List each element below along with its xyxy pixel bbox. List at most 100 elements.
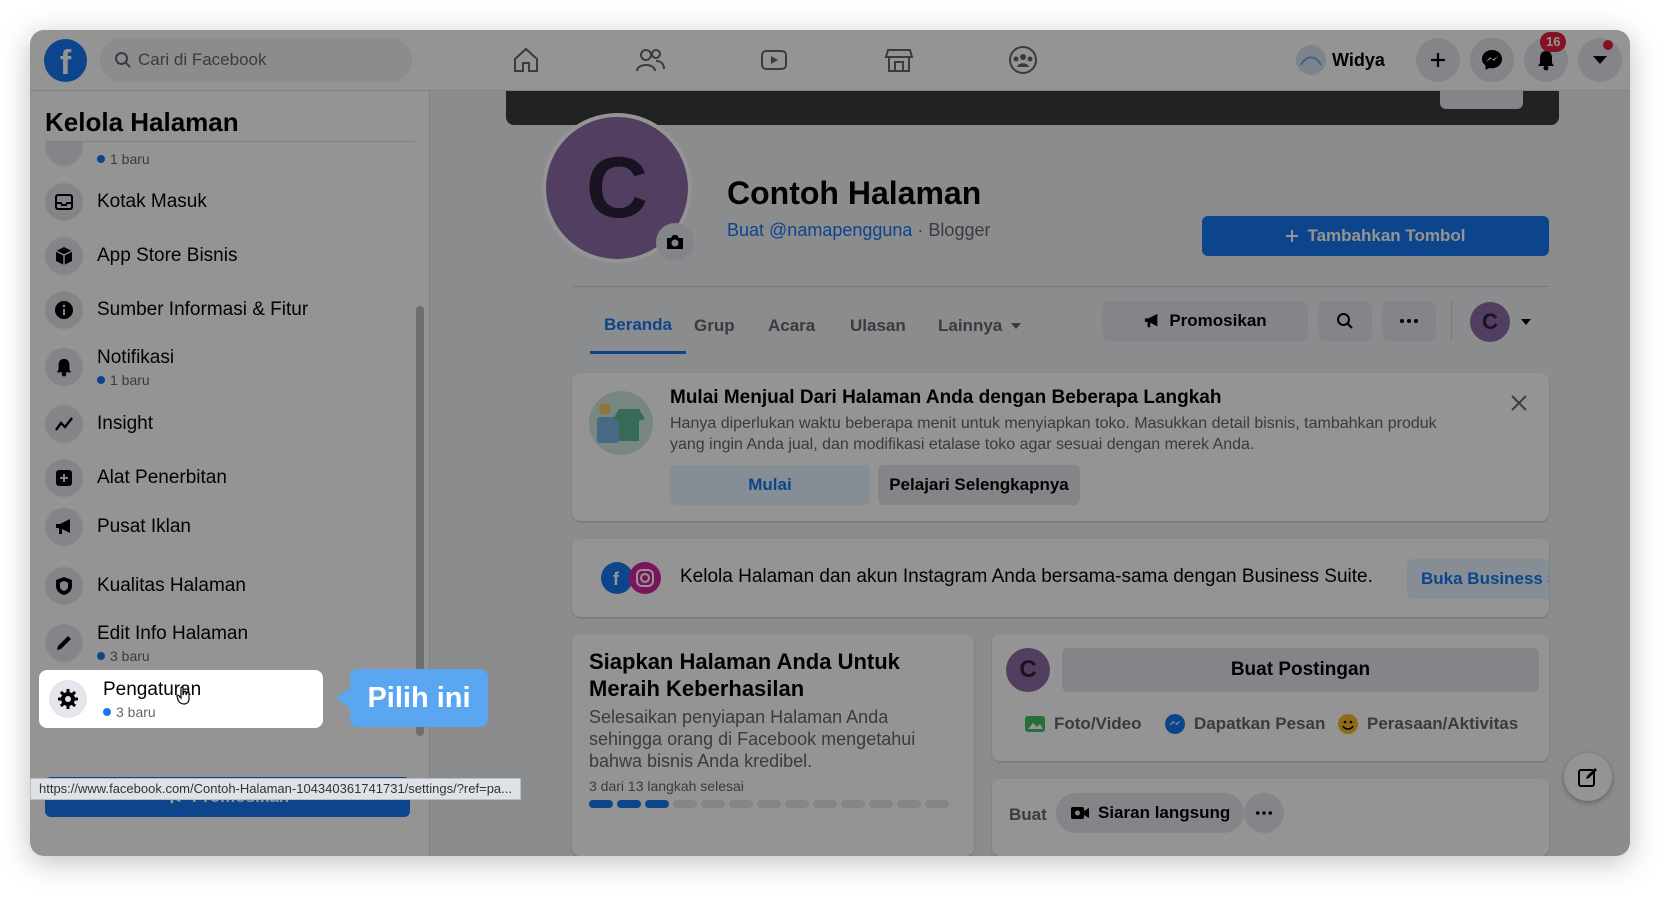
- sidebar-item-app-store[interactable]: App Store Bisnis: [45, 230, 405, 282]
- photo-icon: [1025, 716, 1045, 732]
- more-options-button[interactable]: [1244, 793, 1284, 833]
- tutorial-callout: Pilih ini: [336, 669, 488, 727]
- facebook-instagram-icon: f: [601, 562, 661, 594]
- new-dot: [103, 707, 111, 716]
- progress-step: [869, 800, 893, 808]
- sidebar-title: Kelola Halaman: [45, 107, 239, 137]
- open-business-suite-button[interactable]: Buka Business Suite: [1407, 559, 1549, 599]
- page-category: Blogger: [928, 220, 991, 240]
- progress-step: [785, 800, 809, 808]
- tab-beranda[interactable]: Beranda: [590, 298, 686, 354]
- search-icon: [115, 52, 131, 68]
- profile-shortcut[interactable]: Widya: [1296, 42, 1385, 78]
- progress-step: [897, 800, 921, 808]
- photo-video-action[interactable]: Foto/Video: [1024, 712, 1142, 736]
- feeling-activity-action[interactable]: Perasaan/Aktivitas: [1337, 712, 1518, 736]
- card-text: Selesaikan penyiapan Halaman Anda sehing…: [589, 707, 916, 771]
- sidebar-item-notifications[interactable]: Notifikasi 1 baru: [45, 338, 405, 396]
- learn-more-button[interactable]: Pelajari Selengkapnya: [878, 465, 1080, 505]
- gear-icon: [49, 680, 87, 718]
- bell-icon: [1538, 51, 1554, 71]
- more-options-button[interactable]: [1382, 301, 1436, 341]
- account-menu-button[interactable]: [1578, 38, 1622, 82]
- live-video-button[interactable]: Siaran langsung: [1056, 793, 1245, 833]
- calendar-add-icon: [45, 459, 83, 497]
- new-dot: [97, 154, 105, 163]
- sidebar-item-settings[interactable]: Pengaturan 3 baru: [39, 670, 323, 728]
- progress-step: [925, 800, 949, 808]
- facebook-logo-icon[interactable]: f: [44, 39, 87, 82]
- nav-groups-icon[interactable]: [993, 42, 1053, 78]
- separator: ·: [912, 220, 929, 240]
- create-username-link[interactable]: Buat @namapengguna: [727, 220, 912, 240]
- inbox-stack-icon: [45, 142, 83, 166]
- tab-ulasan[interactable]: Ulasan: [850, 298, 906, 354]
- nav-marketplace-icon[interactable]: [869, 42, 929, 78]
- live-label: Siaran langsung: [1098, 803, 1231, 822]
- caret-down-icon: [1593, 56, 1607, 64]
- avatar: C: [1006, 648, 1050, 692]
- sidebar-item-label: Kualitas Halaman: [97, 575, 246, 596]
- nav-home-icon[interactable]: [496, 42, 556, 78]
- voice-switcher-avatar[interactable]: C: [1470, 302, 1510, 342]
- progress-step: [617, 800, 641, 808]
- close-icon[interactable]: [1503, 387, 1535, 419]
- progress-text: 3 dari 13 langkah selesai: [589, 778, 744, 794]
- progress-step: [729, 800, 753, 808]
- sidebar-item-ad-center[interactable]: Pusat Iklan: [45, 501, 405, 553]
- progress-step: [813, 800, 837, 808]
- setup-progress-bar: [589, 800, 949, 808]
- edit-cover-button[interactable]: [1440, 91, 1523, 109]
- update-photo-button[interactable]: [656, 223, 694, 261]
- progress-step: [841, 800, 865, 808]
- sidebar-item-resources[interactable]: Sumber Informasi & Fitur: [45, 284, 405, 336]
- sidebar-item-edit-page-info[interactable]: Edit Info Halaman 3 baru: [45, 614, 405, 672]
- top-navigation-bar: f Widya: [30, 30, 1630, 91]
- business-suite-text: Kelola Halaman dan akun Instagram Anda b…: [680, 566, 1373, 587]
- new-dot: [97, 375, 105, 384]
- sidebar-item-page-quality[interactable]: Kualitas Halaman: [45, 560, 405, 612]
- cover-photo[interactable]: [506, 91, 1559, 125]
- add-button-button[interactable]: Tambahkan Tombol: [1202, 216, 1549, 256]
- page-promote-button[interactable]: Promosikan: [1102, 301, 1308, 341]
- messenger-button[interactable]: [1470, 38, 1514, 82]
- sidebar-item-label: Notifikasi: [97, 346, 175, 368]
- tab-acara[interactable]: Acara: [768, 298, 815, 354]
- user-name: Widya: [1332, 49, 1385, 70]
- trend-chart-icon: [45, 405, 83, 443]
- action-label: Dapatkan Pesan: [1194, 714, 1326, 733]
- create-post-input[interactable]: Buat Postingan: [1062, 648, 1539, 692]
- smiley-icon: [1338, 714, 1358, 734]
- sidebar-item-label: Pusat Iklan: [97, 516, 191, 537]
- sidebar-item-partial[interactable]: 1 baru: [45, 142, 405, 172]
- search-box[interactable]: [100, 38, 412, 82]
- sidebar-item-label: Edit Info Halaman: [97, 622, 249, 644]
- start-button[interactable]: Mulai: [670, 465, 870, 505]
- more-dots-icon: [1400, 319, 1418, 323]
- page-search-button[interactable]: [1318, 301, 1372, 341]
- sidebar-item-label: Insight: [97, 413, 153, 434]
- more-dots-icon: [1256, 811, 1272, 815]
- search-input[interactable]: [138, 38, 398, 82]
- create-plus-button[interactable]: [1416, 38, 1460, 82]
- camera-icon: [667, 235, 683, 249]
- page-subtitle: Buat @namapengguna · Blogger: [727, 220, 990, 241]
- caret-down-icon[interactable]: [1520, 318, 1532, 326]
- nav-friends-icon[interactable]: [620, 42, 680, 78]
- sidebar-item-inbox[interactable]: Kotak Masuk: [45, 176, 405, 228]
- progress-step: [757, 800, 781, 808]
- avatar-letter: C: [1482, 309, 1498, 334]
- get-messages-action[interactable]: Dapatkan Pesan: [1164, 712, 1325, 736]
- action-label: Foto/Video: [1054, 714, 1142, 733]
- tab-lainnya[interactable]: Lainnya: [938, 298, 1022, 354]
- sidebar-item-insight[interactable]: Insight: [45, 398, 405, 450]
- alert-dot: [1603, 40, 1613, 50]
- sidebar-item-publishing-tools[interactable]: Alat Penerbitan: [45, 452, 405, 504]
- tab-grup[interactable]: Grup: [694, 298, 735, 354]
- business-suite-card: f Kelola Halaman dan akun Instagram Anda…: [572, 539, 1549, 617]
- nav-watch-icon[interactable]: [744, 42, 804, 78]
- info-icon: [45, 291, 83, 329]
- plus-icon: [1286, 230, 1299, 242]
- new-message-button[interactable]: [1564, 753, 1612, 801]
- compose-icon: [1578, 768, 1597, 787]
